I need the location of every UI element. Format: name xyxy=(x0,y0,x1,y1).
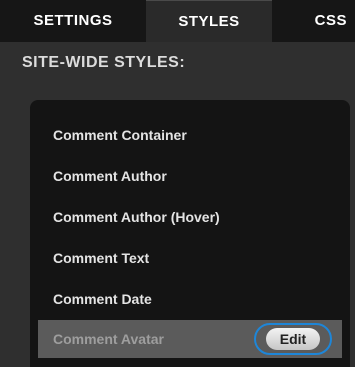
tab-settings[interactable]: SETTINGS xyxy=(0,0,146,42)
style-item-comment-text[interactable]: Comment Text xyxy=(38,239,342,277)
style-item-comment-author[interactable]: Comment Author xyxy=(38,157,342,195)
style-item-label: Comment Author xyxy=(53,168,167,184)
style-item-comment-avatar[interactable]: Comment Avatar Edit xyxy=(38,320,342,358)
style-item-label: Comment Container xyxy=(53,127,187,143)
style-item-label: Comment Author (Hover) xyxy=(53,209,220,225)
style-item-label: Comment Avatar xyxy=(53,331,164,347)
style-item-comment-author-hover[interactable]: Comment Author (Hover) xyxy=(38,198,342,236)
edit-highlight-ring: Edit xyxy=(254,323,332,355)
styles-editor: SETTINGS STYLES CSS SITE-WIDE STYLES: Co… xyxy=(0,0,355,367)
style-item-comment-container[interactable]: Comment Container xyxy=(38,116,342,154)
style-list-panel: Comment Container Comment Author Comment… xyxy=(30,100,350,367)
style-item-label: Comment Date xyxy=(53,291,152,307)
section-title: SITE-WIDE STYLES: xyxy=(22,54,186,71)
edit-button[interactable]: Edit xyxy=(266,328,320,350)
style-item-comment-date[interactable]: Comment Date xyxy=(38,280,342,318)
tab-css[interactable]: CSS xyxy=(272,0,355,42)
tab-styles[interactable]: STYLES xyxy=(146,0,272,42)
style-item-label: Comment Text xyxy=(53,250,150,266)
tab-bar: SETTINGS STYLES CSS xyxy=(0,0,355,42)
